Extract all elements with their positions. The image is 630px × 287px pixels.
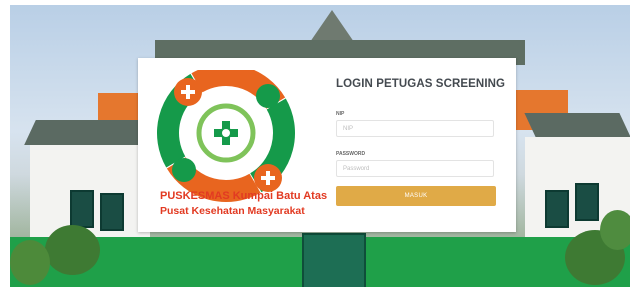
login-page: PUSKESMAS Kumpai Batu Atas Pusat Kesehat… [0,0,630,287]
login-button[interactable]: MASUK [336,186,496,206]
logo-caption-subtitle: Pusat Kesehatan Masyarakat [160,205,305,217]
password-label: PASSWORD [336,151,366,157]
roof-left [24,120,156,145]
login-card: PUSKESMAS Kumpai Batu Atas Pusat Kesehat… [138,58,516,232]
bush [45,225,100,275]
front-door [302,233,366,287]
window [545,190,569,228]
roof-right [524,113,630,137]
login-form: LOGIN PETUGAS SCREENING NIP NIP PASSWORD… [336,78,506,206]
logo-caption-name: PUSKESMAS Kumpai Batu Atas [160,190,328,202]
bush [600,210,630,250]
form-title: LOGIN PETUGAS SCREENING [336,78,506,90]
nip-label: NIP [336,111,345,117]
nip-input[interactable]: NIP [336,120,494,137]
window [70,190,94,228]
password-input[interactable]: Password [336,160,494,177]
roof-spire [310,10,354,42]
window [575,183,599,221]
window [100,193,124,231]
bush [10,240,50,285]
